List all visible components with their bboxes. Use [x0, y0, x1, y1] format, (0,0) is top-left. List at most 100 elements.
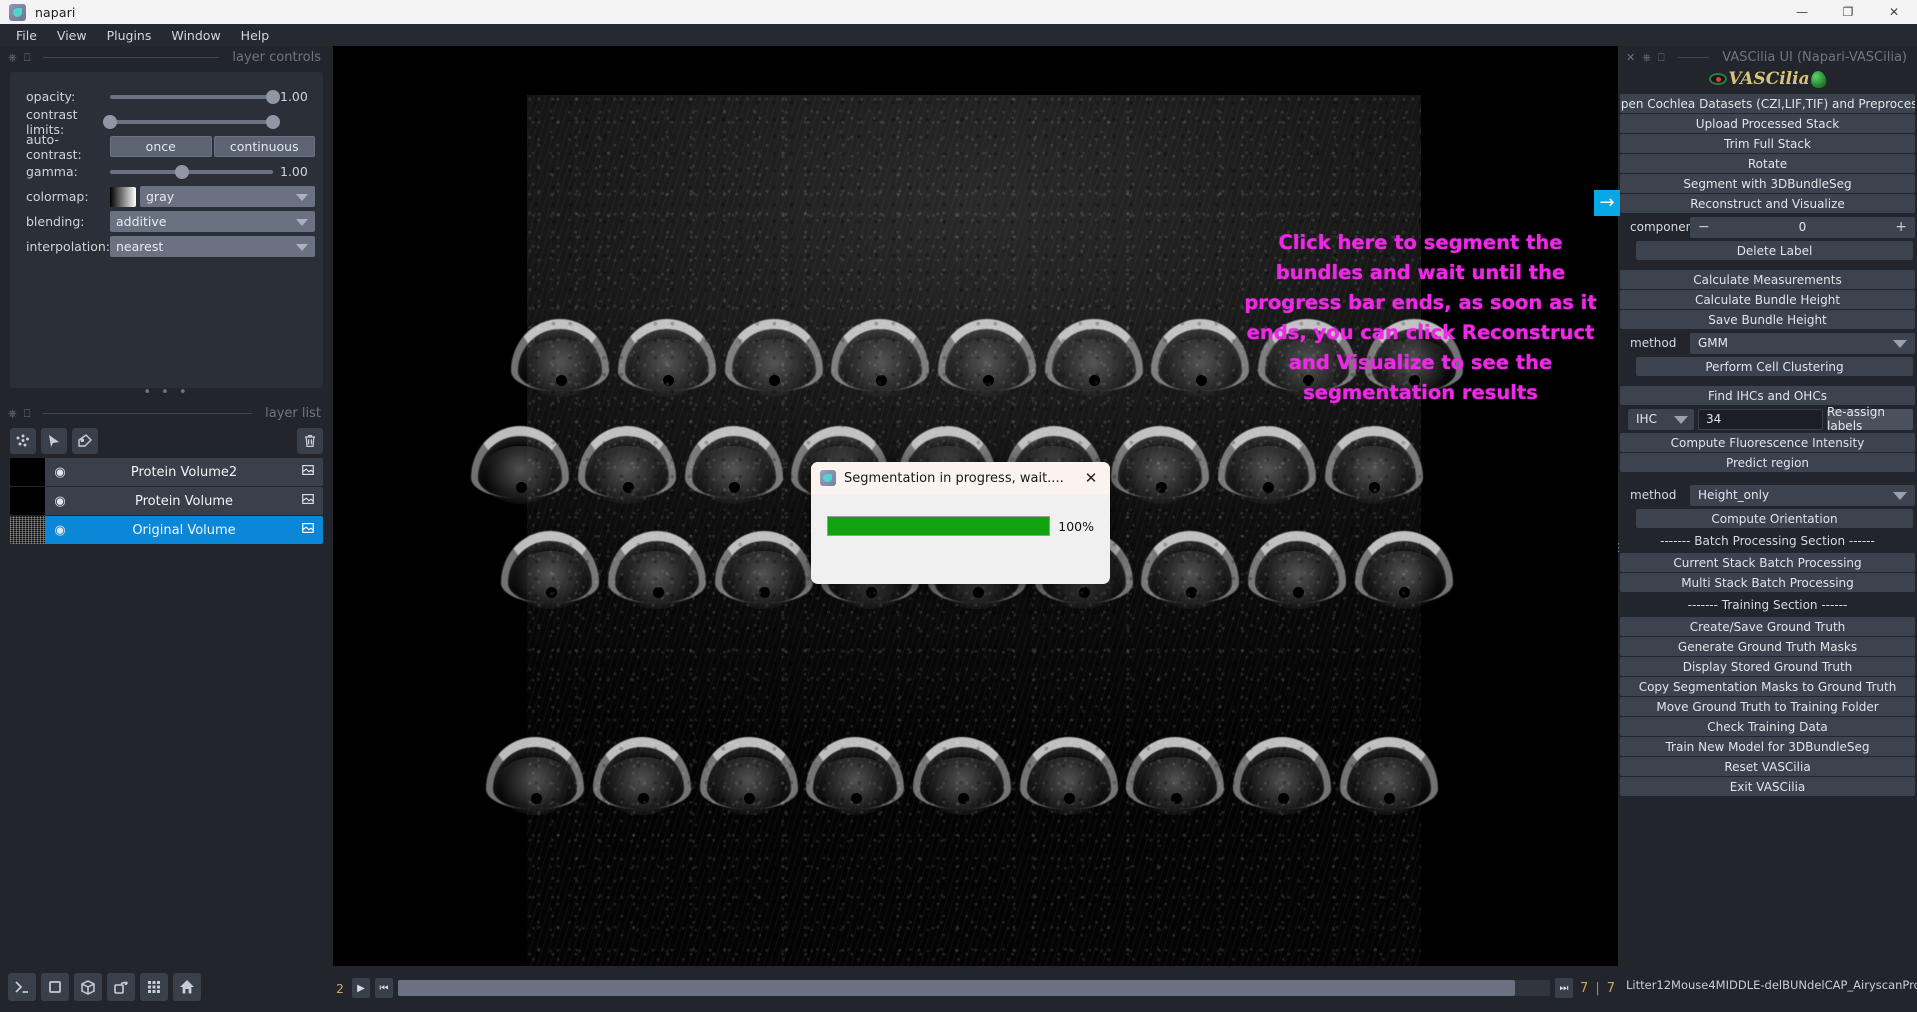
- visibility-icon[interactable]: ◉: [45, 465, 75, 480]
- reset-vascilia-button[interactable]: Reset VASCilia: [1620, 757, 1915, 776]
- vascilia-dock-title: VASCilia UI (Napari-VASCilia): [1722, 49, 1907, 65]
- dock-splitter-grip[interactable]: • • •: [0, 386, 333, 402]
- layer-row-original-volume[interactable]: ◉ Original Volume: [10, 516, 323, 544]
- auto-contrast-row: auto-contrast: once continuous: [18, 132, 315, 162]
- napari-icon: [820, 470, 836, 486]
- status-filename: Litter12Mouse4MIDDLE-delBUNdelCAP_Airysc…: [1626, 978, 1917, 992]
- multi-stack-batch-processing-button[interactable]: Multi Stack Batch Processing: [1620, 573, 1915, 592]
- opacity-slider[interactable]: [110, 88, 280, 106]
- cell-count-input[interactable]: 34: [1698, 408, 1823, 430]
- orientation-method-select[interactable]: Height_only: [1690, 484, 1915, 506]
- minimize-button[interactable]: —: [1779, 0, 1825, 24]
- float-icon[interactable]: ⎈: [8, 408, 17, 419]
- find-ihcs-and-ohcs-button[interactable]: Find IHCs and OHCs: [1620, 386, 1915, 405]
- generate-ground-truth-masks-button[interactable]: Generate Ground Truth Masks: [1620, 637, 1915, 656]
- menu-plugins[interactable]: Plugins: [97, 26, 162, 45]
- layer-row-protein-volume2[interactable]: ◉ Protein Volume2: [10, 458, 323, 486]
- layer-list-section: ⎈ ⎕ layer list ◉ Protein Volume2 ◉ Prote…: [0, 402, 333, 544]
- hair-cell: [574, 420, 681, 510]
- calculate-bundle-height-button[interactable]: Calculate Bundle Height: [1620, 290, 1915, 309]
- auto-contrast-once-button[interactable]: once: [110, 136, 212, 157]
- menu-view[interactable]: View: [47, 26, 97, 45]
- labels-icon[interactable]: [72, 428, 98, 454]
- open-cochlea-datasets-button[interactable]: Open Cochlea Datasets (CZI,LIF,TIF) and …: [1620, 94, 1915, 113]
- dimension-slider-track[interactable]: [398, 980, 1551, 996]
- predict-region-button[interactable]: Predict region: [1620, 453, 1915, 472]
- segment-with-3dbundleseg-button[interactable]: Segment with 3DBundleSeg: [1620, 174, 1915, 193]
- check-training-data-button[interactable]: Check Training Data: [1620, 717, 1915, 736]
- trim-full-stack-button[interactable]: Trim Full Stack: [1620, 134, 1915, 153]
- menu-window[interactable]: Window: [161, 26, 230, 45]
- cluster-method-select[interactable]: GMM: [1690, 332, 1915, 354]
- console-button[interactable]: [8, 973, 36, 1001]
- close-button[interactable]: ✕: [1871, 0, 1917, 24]
- popout-icon[interactable]: ⎕: [24, 52, 31, 63]
- copy-segmentation-masks-to-ground-truth-button[interactable]: Copy Segmentation Masks to Ground Truth: [1620, 677, 1915, 696]
- reconstruct-and-visualize-button[interactable]: Reconstruct and Visualize: [1620, 194, 1915, 213]
- move-ground-truth-to-training-folder-button[interactable]: Move Ground Truth to Training Folder: [1620, 697, 1915, 716]
- hair-cell: [1350, 525, 1457, 615]
- dock-resize-handle[interactable]: ⋮: [1613, 542, 1624, 553]
- dimension-slider-handle[interactable]: [398, 980, 1516, 996]
- calculate-measurements-button[interactable]: Calculate Measurements: [1620, 270, 1915, 289]
- go-to-end-button[interactable]: ⏭: [1555, 978, 1574, 998]
- popout-icon[interactable]: ⎕: [24, 408, 31, 419]
- upload-processed-stack-button[interactable]: Upload Processed Stack: [1620, 114, 1915, 133]
- restore-button[interactable]: ❐: [1825, 0, 1871, 24]
- perform-cell-clustering-button[interactable]: Perform Cell Clustering: [1636, 357, 1913, 376]
- menu-help[interactable]: Help: [231, 26, 280, 45]
- visibility-icon[interactable]: ◉: [45, 523, 75, 538]
- display-stored-ground-truth-button[interactable]: Display Stored Ground Truth: [1620, 657, 1915, 676]
- toggle-2d-3d-button[interactable]: [41, 973, 69, 1001]
- component-stepper[interactable]: − 0 +: [1690, 216, 1915, 238]
- shapes-icon[interactable]: [41, 428, 67, 454]
- compute-fluorescence-intensity-button[interactable]: Compute Fluorescence Intensity: [1620, 433, 1915, 452]
- opacity-knob[interactable]: [266, 89, 280, 104]
- gamma-slider[interactable]: [110, 163, 273, 181]
- popout-icon[interactable]: ⎕: [1658, 52, 1665, 63]
- auto-contrast-continuous-button[interactable]: continuous: [213, 136, 315, 157]
- contrast-limits-low-knob[interactable]: [103, 114, 117, 129]
- orientation-method-row: method Height_only: [1620, 484, 1915, 506]
- save-bundle-height-button[interactable]: Save Bundle Height: [1620, 310, 1915, 329]
- dialog-close-button[interactable]: ✕: [1076, 469, 1106, 487]
- grid-view-button[interactable]: [140, 973, 168, 1001]
- hair-cell: [614, 313, 721, 403]
- current-stack-batch-processing-button[interactable]: Current Stack Batch Processing: [1620, 553, 1915, 572]
- colormap-select[interactable]: gray: [140, 186, 315, 207]
- play-button[interactable]: ▶: [352, 978, 370, 998]
- float-icon[interactable]: ⎈: [1642, 52, 1651, 63]
- component-increment-button[interactable]: +: [1895, 219, 1907, 235]
- points-icon[interactable]: [10, 428, 36, 454]
- float-icon[interactable]: ⎈: [8, 52, 17, 63]
- visibility-icon[interactable]: ◉: [45, 494, 75, 509]
- create-save-ground-truth-button[interactable]: Create/Save Ground Truth: [1620, 617, 1915, 636]
- contrast-limits-slider[interactable]: [103, 113, 280, 131]
- hair-cell: [604, 525, 711, 615]
- bottom-bar: 2 ▶ ⏮ ⏭ 7 | 7 Litter12Mouse4MIDDLE-delBU…: [0, 966, 1917, 1012]
- hair-cell: [1335, 731, 1442, 821]
- menu-file[interactable]: File: [6, 26, 47, 45]
- component-decrement-button[interactable]: −: [1698, 219, 1710, 235]
- gamma-knob[interactable]: [174, 164, 189, 179]
- go-to-start-button[interactable]: ⏮: [375, 978, 393, 998]
- rotate-button[interactable]: Rotate: [1620, 154, 1915, 173]
- blending-select[interactable]: additive: [110, 211, 315, 232]
- layer-row-protein-volume[interactable]: ◉ Protein Volume: [10, 487, 323, 515]
- roll-dimensions-button[interactable]: [74, 973, 102, 1001]
- trash-icon[interactable]: [297, 428, 323, 454]
- home-button[interactable]: [173, 973, 201, 1001]
- compute-orientation-button[interactable]: Compute Orientation: [1636, 509, 1913, 528]
- re-assign-labels-button[interactable]: Re-assign labels: [1827, 405, 1913, 433]
- cell-type-select[interactable]: IHC: [1628, 408, 1694, 430]
- image-layer-icon: [293, 492, 323, 510]
- close-icon[interactable]: ✕: [1626, 52, 1635, 63]
- interpolation-label: interpolation:: [26, 239, 110, 254]
- train-new-model-button[interactable]: Train New Model for 3DBundleSeg: [1620, 737, 1915, 756]
- chevron-down-icon: [1893, 340, 1907, 348]
- exit-vascilia-button[interactable]: Exit VASCilia: [1620, 777, 1915, 796]
- interpolation-select[interactable]: nearest: [110, 236, 315, 257]
- contrast-limits-high-knob[interactable]: [266, 114, 280, 129]
- delete-label-button[interactable]: Delete Label: [1636, 241, 1913, 260]
- transpose-dimensions-button[interactable]: [107, 973, 135, 1001]
